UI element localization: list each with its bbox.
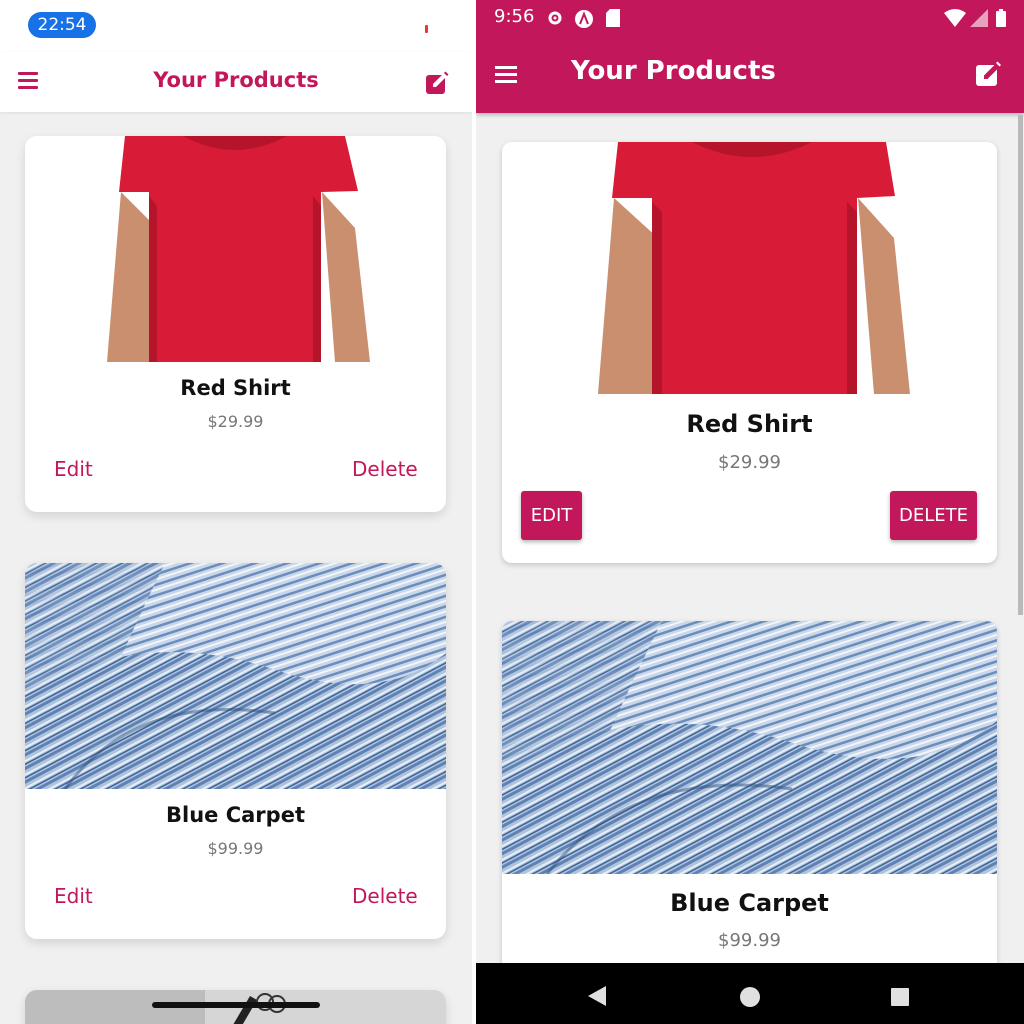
ios-status-time: 22:54 [28,12,96,38]
product-name: Red Shirt [180,376,291,400]
product-image [25,563,446,790]
ios-status-bar: 22:54 [0,0,472,52]
ios-header: Your Products [0,52,472,112]
product-price: $29.99 [718,452,781,473]
sd-card-icon [606,9,620,31]
delete-button[interactable]: DELETE [890,491,977,540]
home-icon[interactable] [739,986,761,1012]
ios-app-screen: 22:54 Your Products Red Shirt $29.99 Edi… [0,0,472,1024]
product-price: $99.99 [207,839,264,858]
wifi-icon [944,9,966,31]
app-notification-icon [574,9,594,33]
product-name: Red Shirt [686,410,813,438]
edit-icon[interactable] [424,70,450,96]
edit-button[interactable]: Edit [54,457,93,481]
product-card: Red Shirt $29.99 Edit Delete [25,136,446,512]
android-navigation-bar [476,963,1024,1024]
back-icon[interactable] [586,984,608,1012]
android-app-screen: 9:56 Your Products Red Shirt $29.99 EDIT… [476,0,1024,1024]
android-app-bar: 9:56 Your Products [476,0,1024,113]
scrollbar[interactable] [1018,115,1023,615]
product-card: Red Shirt $29.99 EDIT DELETE [502,142,997,563]
product-price: $29.99 [207,412,264,431]
product-name: Blue Carpet [670,889,829,917]
signal-icon [970,9,988,31]
edit-icon[interactable] [974,60,1002,88]
page-title: Your Products [153,68,319,92]
page-title: Your Products [571,56,776,86]
delete-button[interactable]: Delete [352,884,418,908]
product-card: Blue Carpet $99.99 [502,621,997,1001]
product-card: Blue Carpet $99.99 Edit Delete [25,563,446,939]
recents-icon[interactable] [890,987,910,1011]
delete-button[interactable]: Delete [352,457,418,481]
battery-icon [996,9,1006,31]
edit-button[interactable]: Edit [54,884,93,908]
product-image [502,142,997,394]
recording-indicator-icon [425,25,428,33]
product-name: Blue Carpet [166,803,305,827]
home-indicator[interactable] [152,1002,320,1008]
screenshot-root: 22:54 Your Products Red Shirt $29.99 Edi… [0,0,1024,1024]
settings-icon [546,9,564,31]
product-price: $99.99 [718,930,781,951]
menu-icon[interactable] [495,66,519,84]
product-image [502,621,997,875]
edit-button[interactable]: EDIT [521,491,582,540]
product-image [25,136,446,362]
android-status-time: 9:56 [494,6,535,27]
